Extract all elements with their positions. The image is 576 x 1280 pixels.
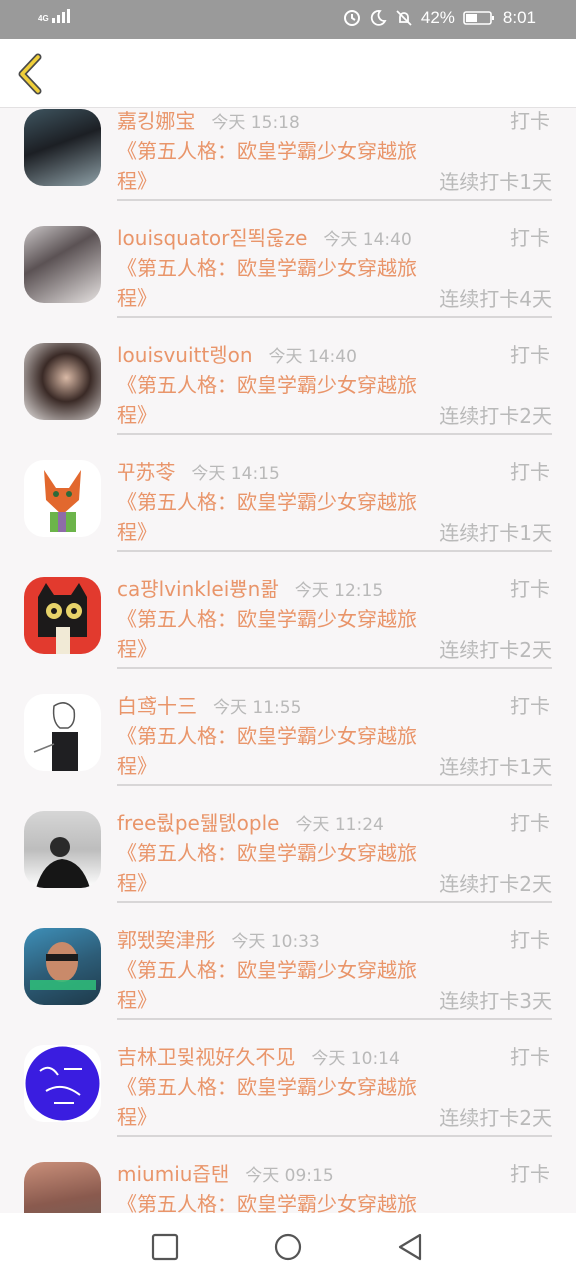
list-item[interactable]: louisvuitt렝on 今天 14:40 打卡 《第五人格：欧皇学霸少女穿越旅… xyxy=(0,328,576,445)
book-title[interactable]: 《第五人格：欧皇学霸少女穿越旅程》 xyxy=(117,1072,417,1132)
action-label: 打卡 xyxy=(510,343,550,367)
streak-label: 连续打卡1天 xyxy=(439,170,552,194)
user-name[interactable]: louisvuitt렝on xyxy=(117,343,253,367)
signal-icon: 4G xyxy=(38,9,70,23)
circle-home-icon[interactable] xyxy=(274,1233,302,1261)
user-name[interactable]: 白鸢十三 xyxy=(117,694,197,718)
list-item[interactable]: louisquator짇뙥욶ze 今天 14:40 打卡 《第五人格：欧皇学霸少女… xyxy=(0,211,576,328)
action-label: 打卡 xyxy=(510,1162,550,1186)
user-name[interactable]: 嘉킹娜宝 xyxy=(117,109,195,133)
action-label: 打卡 xyxy=(510,460,550,484)
user-name[interactable]: 꾸苏苓 xyxy=(117,460,175,484)
streak-label: 连续打卡2天 xyxy=(439,638,552,662)
app-header xyxy=(0,39,576,108)
book-title[interactable]: 《第五人格：欧皇学霸少女穿越旅程》 xyxy=(117,955,417,1015)
action-label: 打卡 xyxy=(510,928,550,952)
avatar[interactable] xyxy=(24,343,101,420)
streak-label: 连续打卡1天 xyxy=(439,521,552,545)
checkin-time: 今天 10:33 xyxy=(231,932,320,952)
book-title[interactable]: 《第五人格：欧皇学霸少女穿越旅程》 xyxy=(117,604,417,664)
user-name[interactable]: miumiu즙탠 xyxy=(117,1162,229,1186)
list-item[interactable]: 嘉킹娜宝 今天 15:18 打卡 《第五人格：欧皇学霸少女穿越旅程》 连续打卡1天 xyxy=(0,109,576,211)
triangle-back-icon[interactable] xyxy=(396,1233,424,1261)
action-label: 打卡 xyxy=(510,577,550,601)
square-recents-icon[interactable] xyxy=(151,1233,179,1261)
avatar[interactable] xyxy=(24,1162,101,1213)
checkin-time: 今天 15:18 xyxy=(211,113,300,133)
list-item[interactable]: 白鸢十三 今天 11:55 打卡 《第五人格：欧皇学霸少女穿越旅程》 连续打卡1天 xyxy=(0,679,576,796)
divider xyxy=(117,550,552,552)
streak-label: 连续打卡2天 xyxy=(439,1106,552,1130)
streak-label: 连续打卡4天 xyxy=(439,287,552,311)
streak-label: 连续打卡1天 xyxy=(439,755,552,779)
streak-label: 连续打卡2天 xyxy=(439,872,552,896)
action-label: 打卡 xyxy=(510,226,550,250)
checkin-time: 今天 14:40 xyxy=(323,230,412,250)
action-label: 打卡 xyxy=(510,811,550,835)
book-title[interactable]: 《第五人格：欧皇学霸少女穿越旅程》 xyxy=(117,721,417,781)
user-name[interactable]: ca퍙lvinklei쁑n뢂 xyxy=(117,577,279,601)
list-item[interactable]: 吉林卫뮟视好久不见 今天 10:14 打卡 《第五人格：欧皇学霸少女穿越旅程》 连… xyxy=(0,1030,576,1147)
avatar[interactable] xyxy=(24,226,101,303)
network-label: 4G xyxy=(38,14,49,23)
streak-label: 连续打卡3天 xyxy=(439,989,552,1013)
divider xyxy=(117,199,552,201)
checkin-time: 今天 11:55 xyxy=(213,698,302,718)
mute-icon xyxy=(396,10,412,26)
divider xyxy=(117,784,552,786)
user-name[interactable]: free뤖pe뒖톐ople xyxy=(117,811,279,835)
chevron-left-icon xyxy=(18,53,42,95)
divider xyxy=(117,1135,552,1137)
divider xyxy=(117,316,552,318)
book-title[interactable]: 《第五人格：欧皇学霸少女穿越旅程》 xyxy=(117,487,417,547)
user-name[interactable]: louisquator짇뙥욶ze xyxy=(117,226,307,250)
list-item[interactable]: free뤖pe뒖톐ople 今天 11:24 打卡 《第五人格：欧皇学霸少女穿越旅… xyxy=(0,796,576,913)
list-item[interactable]: 郭뙜巭津彤 今天 10:33 打卡 《第五人格：欧皇学霸少女穿越旅程》 连续打卡3… xyxy=(0,913,576,1030)
avatar[interactable] xyxy=(24,577,101,654)
checkin-time: 今天 14:15 xyxy=(191,464,280,484)
avatar[interactable] xyxy=(24,694,101,771)
moon-icon xyxy=(370,10,387,26)
action-label: 打卡 xyxy=(510,1045,550,1069)
checkin-time: 今天 10:14 xyxy=(311,1049,400,1069)
action-label: 打卡 xyxy=(510,694,550,718)
action-label: 打卡 xyxy=(510,109,550,133)
list-item[interactable]: miumiu즙탠 今天 09:15 打卡 《第五人格：欧皇学霸少女穿越旅程》 xyxy=(0,1147,576,1213)
divider xyxy=(117,433,552,435)
divider xyxy=(117,667,552,669)
avatar[interactable] xyxy=(24,928,101,1005)
user-name[interactable]: 郭뙜巭津彤 xyxy=(117,928,215,952)
battery-percent: 42% xyxy=(420,8,455,27)
checkin-time: 今天 11:24 xyxy=(295,815,384,835)
checkin-list[interactable]: 嘉킹娜宝 今天 15:18 打卡 《第五人格：欧皇学霸少女穿越旅程》 连续打卡1天… xyxy=(0,109,576,1213)
data-saver-icon xyxy=(343,10,360,26)
book-title[interactable]: 《第五人格：欧皇学霸少女穿越旅程》 xyxy=(117,1189,417,1213)
system-nav-bar xyxy=(0,1213,576,1280)
avatar[interactable] xyxy=(24,460,101,537)
checkin-time: 今天 12:15 xyxy=(294,581,384,601)
back-button[interactable] xyxy=(14,53,48,95)
list-item[interactable]: 꾸苏苓 今天 14:15 打卡 《第五人格：欧皇学霸少女穿越旅程》 连续打卡1天 xyxy=(0,445,576,562)
clock: 8:01 xyxy=(502,8,536,27)
checkin-time: 今天 09:15 xyxy=(245,1166,334,1186)
avatar[interactable] xyxy=(24,109,101,186)
checkin-time: 今天 14:40 xyxy=(268,347,357,367)
book-title[interactable]: 《第五人格：欧皇学霸少女穿越旅程》 xyxy=(117,136,417,196)
list-item[interactable]: ca퍙lvinklei쁑n뢂 今天 12:15 打卡 《第五人格：欧皇学霸少女穿越… xyxy=(0,562,576,679)
book-title[interactable]: 《第五人格：欧皇学霸少女穿越旅程》 xyxy=(117,370,417,430)
book-title[interactable]: 《第五人格：欧皇学霸少女穿越旅程》 xyxy=(117,253,417,313)
battery-icon xyxy=(463,11,494,25)
divider xyxy=(117,1018,552,1020)
divider xyxy=(117,901,552,903)
avatar[interactable] xyxy=(24,811,101,888)
book-title[interactable]: 《第五人格：欧皇学霸少女穿越旅程》 xyxy=(117,838,417,898)
user-name[interactable]: 吉林卫뮟视好久不见 xyxy=(117,1045,295,1069)
streak-label: 连续打卡2天 xyxy=(439,404,552,428)
status-bar: 4G 42% 8:01 xyxy=(0,0,576,39)
avatar[interactable] xyxy=(24,1045,101,1122)
